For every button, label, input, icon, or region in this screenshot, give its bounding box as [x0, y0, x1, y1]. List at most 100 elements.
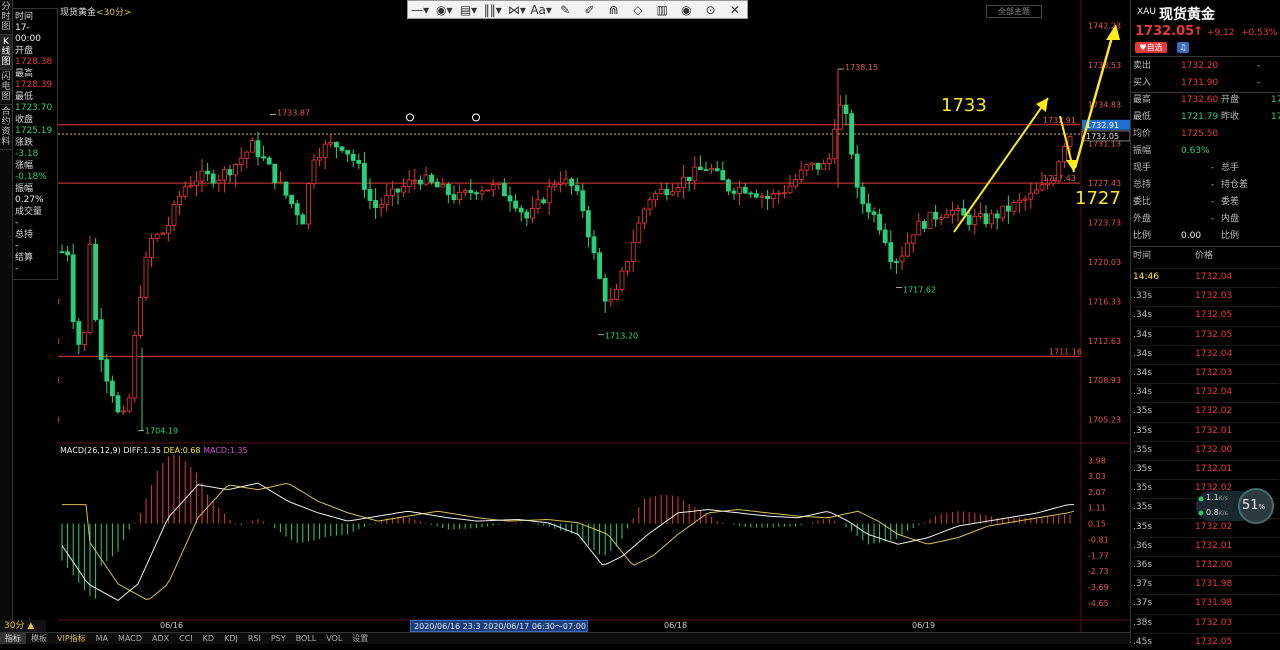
tick-price: 1732.04 [1195, 272, 1233, 282]
candle-body [356, 159, 362, 164]
rect-tool-icon[interactable]: ▤▾ [458, 2, 480, 18]
tab-adx[interactable]: ADX [147, 633, 174, 644]
tab-vol[interactable]: VOL [321, 633, 347, 644]
tab-kdj[interactable]: KDJ [219, 633, 243, 644]
candle-body [81, 332, 87, 345]
tab-kd[interactable]: KD [198, 633, 219, 644]
candle-body [412, 179, 418, 182]
circle-tool-icon[interactable]: ◉▾ [433, 2, 455, 18]
candle-body [927, 211, 933, 229]
bell-icon[interactable]: ♫ [1177, 42, 1189, 53]
candle-body [160, 232, 166, 235]
candle-body [283, 181, 289, 196]
candle-body [630, 241, 636, 262]
candle-body [70, 254, 76, 323]
tick-time: .37s [1133, 598, 1153, 609]
candle-body [126, 397, 132, 412]
brush-icon[interactable]: ✐ [579, 2, 601, 18]
download-speed: 0.8K/s [1206, 508, 1228, 517]
magnet-icon[interactable]: ⋒ [603, 2, 625, 18]
candle-body [894, 261, 899, 263]
candle-body [166, 225, 171, 234]
candle-body [339, 146, 345, 151]
drawing-handle [406, 113, 414, 122]
stat-value: - [1211, 163, 1215, 173]
tick-price: 1732.03 [1195, 291, 1233, 302]
close-icon[interactable]: ✕ [724, 2, 746, 18]
arrow-head [1036, 98, 1048, 112]
fib-tool-icon[interactable]: ‖‖▾ [482, 2, 504, 18]
eye-icon[interactable]: ◉ [675, 2, 697, 18]
tick-row: .34s 1732.05 [1133, 306, 1279, 323]
tab-cci[interactable]: CCI [174, 633, 198, 644]
price-change: +9.12 [1207, 28, 1235, 38]
stat-value: 0.00 [1181, 231, 1202, 241]
tick-row: .38s 1732.03 [1133, 613, 1279, 631]
candle-body [255, 140, 261, 158]
theme-button[interactable]: 全部主题 [986, 5, 1042, 18]
pattern-tool-icon[interactable]: ⋈▾ [506, 2, 528, 18]
candle-body [950, 210, 955, 216]
candle-body [389, 188, 395, 196]
stat-label: 均价 [1133, 129, 1152, 139]
tab-rsi[interactable]: RSI [243, 633, 266, 644]
tick-header: 时间 价格 [1133, 248, 1279, 264]
lock-icon[interactable]: ⊙ [700, 2, 722, 18]
date-label: 06/16 [160, 621, 184, 630]
tab-boll[interactable]: BOLL [291, 633, 322, 644]
candle-body [922, 221, 927, 229]
candle-body [770, 193, 776, 200]
stat-label-2: 总手 [1221, 163, 1240, 173]
tab-contract-info[interactable]: 合约资料 [0, 105, 12, 150]
network-speed-widget[interactable]: 1.1K/s 0.8K/s 51% [1190, 488, 1274, 524]
candle-body [714, 168, 720, 171]
tab-macd[interactable]: MACD [113, 633, 147, 644]
period-button[interactable]: 30分 ▲ [0, 620, 46, 632]
tab-time-chart[interactable]: 分时图 [0, 0, 12, 35]
candle-body [518, 207, 524, 213]
candle-body [227, 169, 233, 176]
candle-body [233, 164, 239, 176]
tick-row: .36s 1732.00 [1133, 556, 1279, 573]
candle-body [860, 186, 866, 205]
candle-body [692, 166, 698, 182]
tick-time: .36s [1133, 560, 1153, 570]
tab-template[interactable]: 模板 [26, 633, 52, 644]
kline-chart-area[interactable]: 1742.23 1738.53 1734.83 1731.13 1727.43 1723.… [58, 0, 1130, 632]
tick-row: .36s 1732.01 [1133, 536, 1279, 554]
text-tool-icon[interactable]: Aa ▾ [530, 2, 552, 18]
macd-axis-label: 3.03 [1088, 472, 1106, 481]
self-select-button[interactable]: ♥自选 [1135, 42, 1167, 53]
line-tool-icon[interactable]: —▾ [409, 2, 431, 18]
tab-flash-chart[interactable]: 闪电图 [0, 70, 12, 105]
kline-chart-svg[interactable]: 1742.231738.531734.831731.131727.431723.… [58, 0, 1130, 632]
macd-axis-label: -2.73 [1088, 567, 1109, 576]
candle-body [143, 256, 149, 298]
candle-body [658, 188, 664, 194]
change-pct-value: -0.18% [15, 172, 47, 182]
tick-time: .34s [1133, 348, 1153, 359]
tab-vip-indicator[interactable]: VIP指标 [52, 633, 91, 644]
tab-indicator[interactable]: 指标 [0, 633, 26, 644]
tab-settings[interactable]: 设置 [347, 633, 373, 644]
stat-row: 总持 - 持仓差 [1133, 177, 1279, 193]
stat-value: - [1211, 214, 1215, 224]
candle-body [367, 189, 373, 201]
hold-value: - [15, 241, 19, 251]
candle-body [843, 104, 849, 115]
date-label: 06/19 [912, 621, 936, 630]
trash-icon[interactable]: ▥ [651, 2, 673, 18]
candle-body [664, 188, 670, 196]
tab-psy[interactable]: PSY [266, 633, 291, 644]
candle-body [737, 186, 742, 194]
pencil-icon[interactable]: ✎ [554, 2, 576, 18]
candle-body [457, 191, 463, 201]
tab-ma[interactable]: MA [91, 633, 113, 644]
eraser-icon[interactable]: ◇ [627, 2, 649, 18]
macd-dea-line [62, 482, 1075, 600]
tab-kline-chart[interactable]: K线图 [0, 35, 12, 70]
candle-body [961, 208, 966, 216]
tick-row: .37s 1731.98 [1133, 594, 1279, 611]
candle-body [597, 252, 602, 279]
change-pct-label: 涨幅 [15, 161, 34, 171]
